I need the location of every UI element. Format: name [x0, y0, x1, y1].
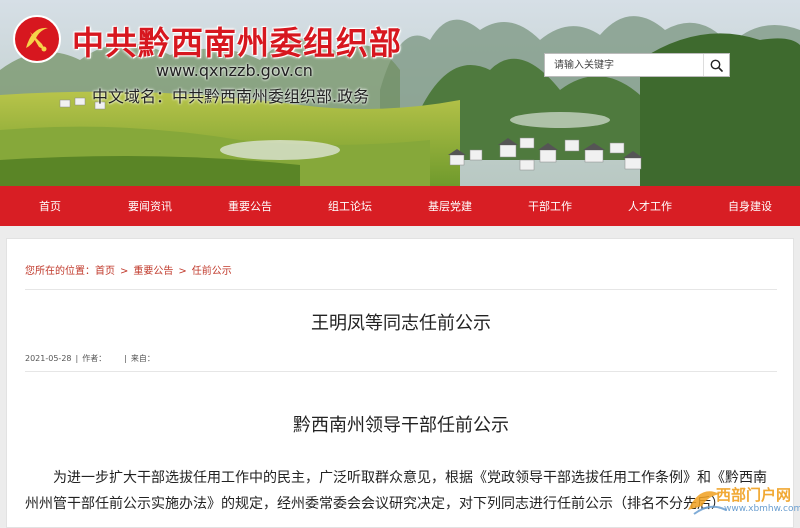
nav-item-announcements[interactable]: 重要公告 [200, 186, 300, 226]
site-url: www.qxnzzb.gov.cn [156, 61, 313, 80]
search-icon [710, 59, 723, 72]
nav-item-talent-work[interactable]: 人才工作 [600, 186, 700, 226]
breadcrumb-link-pre-appointment[interactable]: 任前公示 [192, 266, 232, 277]
breadcrumb-separator: > [120, 266, 129, 277]
meta-separator: | [75, 354, 79, 363]
watermark-text: 西部门户网 [716, 486, 792, 504]
site-title: 中共黔西南州委组织部 [72, 24, 403, 62]
site-chinese-domain: 中文域名：中共黔西南州委组织部.政务 [92, 87, 370, 106]
meta-separator: | [124, 354, 127, 363]
search-button[interactable] [703, 54, 729, 76]
article-meta: 2021-05-28 | 作者： | 来自： [25, 353, 159, 364]
nav-item-forum[interactable]: 组工论坛 [300, 186, 400, 226]
divider [25, 371, 777, 372]
search-input[interactable] [545, 54, 703, 76]
article-author-label: 作者： [82, 354, 107, 363]
nav-item-self-building[interactable]: 自身建设 [700, 186, 800, 226]
article-subtitle: 黔西南州领导干部任前公示 [293, 415, 509, 436]
party-emblem-logo [13, 15, 61, 63]
breadcrumb: 您所在的位置：首页 > 重要公告 > 任前公示 [25, 262, 232, 277]
nav-item-home[interactable]: 首页 [0, 186, 100, 226]
nav-item-cadre-work[interactable]: 干部工作 [500, 186, 600, 226]
breadcrumb-separator: > [178, 266, 187, 277]
article-source-label: 来自： [130, 354, 155, 363]
breadcrumb-prefix: 您所在的位置： [25, 266, 95, 277]
search-box [544, 53, 730, 77]
nav-item-grassroots[interactable]: 基层党建 [400, 186, 500, 226]
breadcrumb-link-announcements[interactable]: 重要公告 [133, 266, 173, 277]
nav-item-news[interactable]: 要闻资讯 [100, 186, 200, 226]
article-title: 王明凤等同志任前公示 [311, 313, 491, 334]
divider [25, 289, 777, 290]
watermark-url: www.xbmhw.com [724, 504, 800, 514]
article-body: 为进一步扩大干部选拔任用工作中的民主，广泛听取群众意见，根据《党政领导干部选拔任… [25, 470, 767, 512]
header-banner: 中共黔西南州委组织部 www.qxnzzb.gov.cn 中文域名：中共黔西南州… [0, 0, 800, 186]
main-nav: 首页 要闻资讯 重要公告 组工论坛 基层党建 干部工作 人才工作 自身建设 [0, 186, 800, 226]
article-panel: 您所在的位置：首页 > 重要公告 > 任前公示 王明凤等同志任前公示 2021-05-2… [6, 238, 794, 528]
breadcrumb-link-home[interactable]: 首页 [95, 266, 115, 277]
article-date: 2021-05-28 [25, 354, 72, 363]
